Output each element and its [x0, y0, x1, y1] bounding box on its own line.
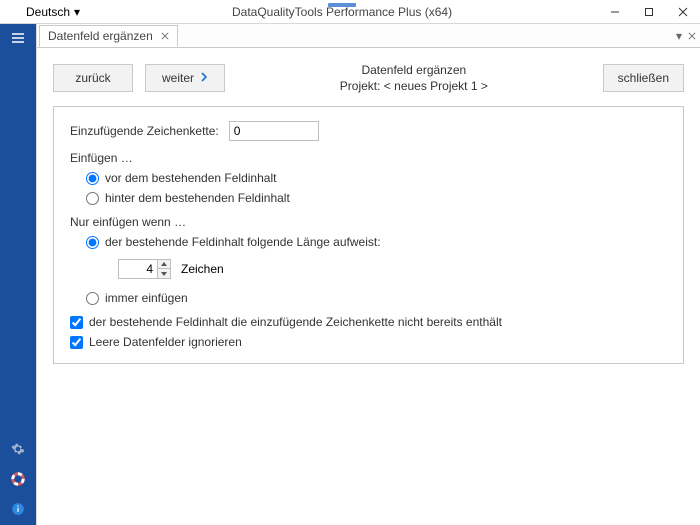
accent-mark	[328, 3, 356, 7]
insert-string-input[interactable]	[229, 121, 319, 141]
tab-strip-close-icon[interactable]	[688, 29, 696, 43]
project-label: Projekt: < neues Projekt 1 >	[340, 78, 488, 94]
chevron-down-icon: ▾	[74, 5, 80, 19]
always-insert-radio[interactable]	[86, 292, 99, 305]
language-label: Deutsch	[26, 5, 70, 19]
language-selector[interactable]: Deutsch ▾	[0, 0, 86, 23]
close-button[interactable]: schließen	[603, 64, 684, 92]
chevron-right-icon	[200, 71, 208, 85]
next-button[interactable]: weiter	[145, 64, 225, 92]
page-title: Datenfeld ergänzen	[340, 62, 488, 78]
title-block: Datenfeld ergänzen Projekt: < neues Proj…	[340, 62, 488, 94]
spinner-down-button[interactable]	[157, 269, 171, 279]
insert-after-option[interactable]: hinter dem bestehenden Feldinhalt	[86, 191, 667, 205]
spinner-up-button[interactable]	[157, 259, 171, 269]
back-button[interactable]: zurück	[53, 64, 133, 92]
insert-after-radio[interactable]	[86, 192, 99, 205]
insert-before-label: vor dem bestehenden Feldinhalt	[105, 171, 276, 185]
not-contains-check[interactable]	[70, 316, 83, 329]
insert-before-radio[interactable]	[86, 172, 99, 185]
tab-datenfeld[interactable]: Datenfeld ergänzen	[39, 25, 178, 47]
always-insert-label: immer einfügen	[105, 291, 188, 305]
ignore-empty-label: Leere Datenfelder ignorieren	[89, 335, 242, 349]
tab-overflow-icon[interactable]: ▾	[676, 29, 682, 43]
length-spinner	[118, 259, 171, 279]
maximize-button[interactable]	[632, 0, 666, 24]
insert-string-label: Einzufügende Zeichenkette:	[70, 124, 219, 138]
close-tab-icon[interactable]	[161, 29, 169, 43]
flag-de-icon	[6, 6, 22, 17]
close-label: schließen	[618, 71, 669, 85]
not-contains-label: der bestehende Feldinhalt die einzufügen…	[89, 315, 502, 329]
window-title: DataQualityTools Performance Plus (x64)	[86, 5, 598, 19]
insert-position-group: vor dem bestehenden Feldinhalt hinter de…	[70, 171, 667, 205]
only-section-head: Nur einfügen wenn …	[70, 215, 667, 229]
form-box: Einzufügende Zeichenkette: Einfügen … vo…	[53, 106, 684, 364]
length-unit-label: Zeichen	[181, 262, 224, 276]
always-insert-option[interactable]: immer einfügen	[86, 291, 667, 305]
ignore-empty-check[interactable]	[70, 336, 83, 349]
next-label: weiter	[162, 71, 194, 85]
tab-label: Datenfeld ergänzen	[48, 29, 153, 43]
length-condition-option[interactable]: der bestehende Feldinhalt folgende Länge…	[86, 235, 667, 249]
minimize-button[interactable]	[598, 0, 632, 24]
back-label: zurück	[75, 71, 110, 85]
tab-strip: Datenfeld ergänzen ▾	[37, 24, 700, 48]
not-contains-option[interactable]: der bestehende Feldinhalt die einzufügen…	[70, 315, 667, 329]
close-window-button[interactable]	[666, 0, 700, 24]
length-condition-label: der bestehende Feldinhalt folgende Länge…	[105, 235, 381, 249]
gear-icon[interactable]	[10, 441, 26, 457]
only-insert-group: der bestehende Feldinhalt folgende Länge…	[70, 235, 667, 305]
hamburger-icon[interactable]	[10, 30, 26, 46]
ignore-empty-option[interactable]: Leere Datenfelder ignorieren	[70, 335, 667, 349]
insert-before-option[interactable]: vor dem bestehenden Feldinhalt	[86, 171, 667, 185]
window-buttons	[598, 0, 700, 24]
window-title-text: DataQualityTools Performance Plus (x64)	[232, 5, 452, 19]
sidebar	[0, 24, 36, 525]
title-bar: Deutsch ▾ DataQualityTools Performance P…	[0, 0, 700, 24]
toolbar: zurück weiter Datenfeld ergänzen Projekt…	[53, 62, 684, 94]
insert-section-head: Einfügen …	[70, 151, 667, 165]
info-icon[interactable]	[10, 501, 26, 517]
help-ring-icon[interactable]	[10, 471, 26, 487]
length-input[interactable]	[118, 259, 158, 279]
insert-after-label: hinter dem bestehenden Feldinhalt	[105, 191, 290, 205]
length-condition-radio[interactable]	[86, 236, 99, 249]
